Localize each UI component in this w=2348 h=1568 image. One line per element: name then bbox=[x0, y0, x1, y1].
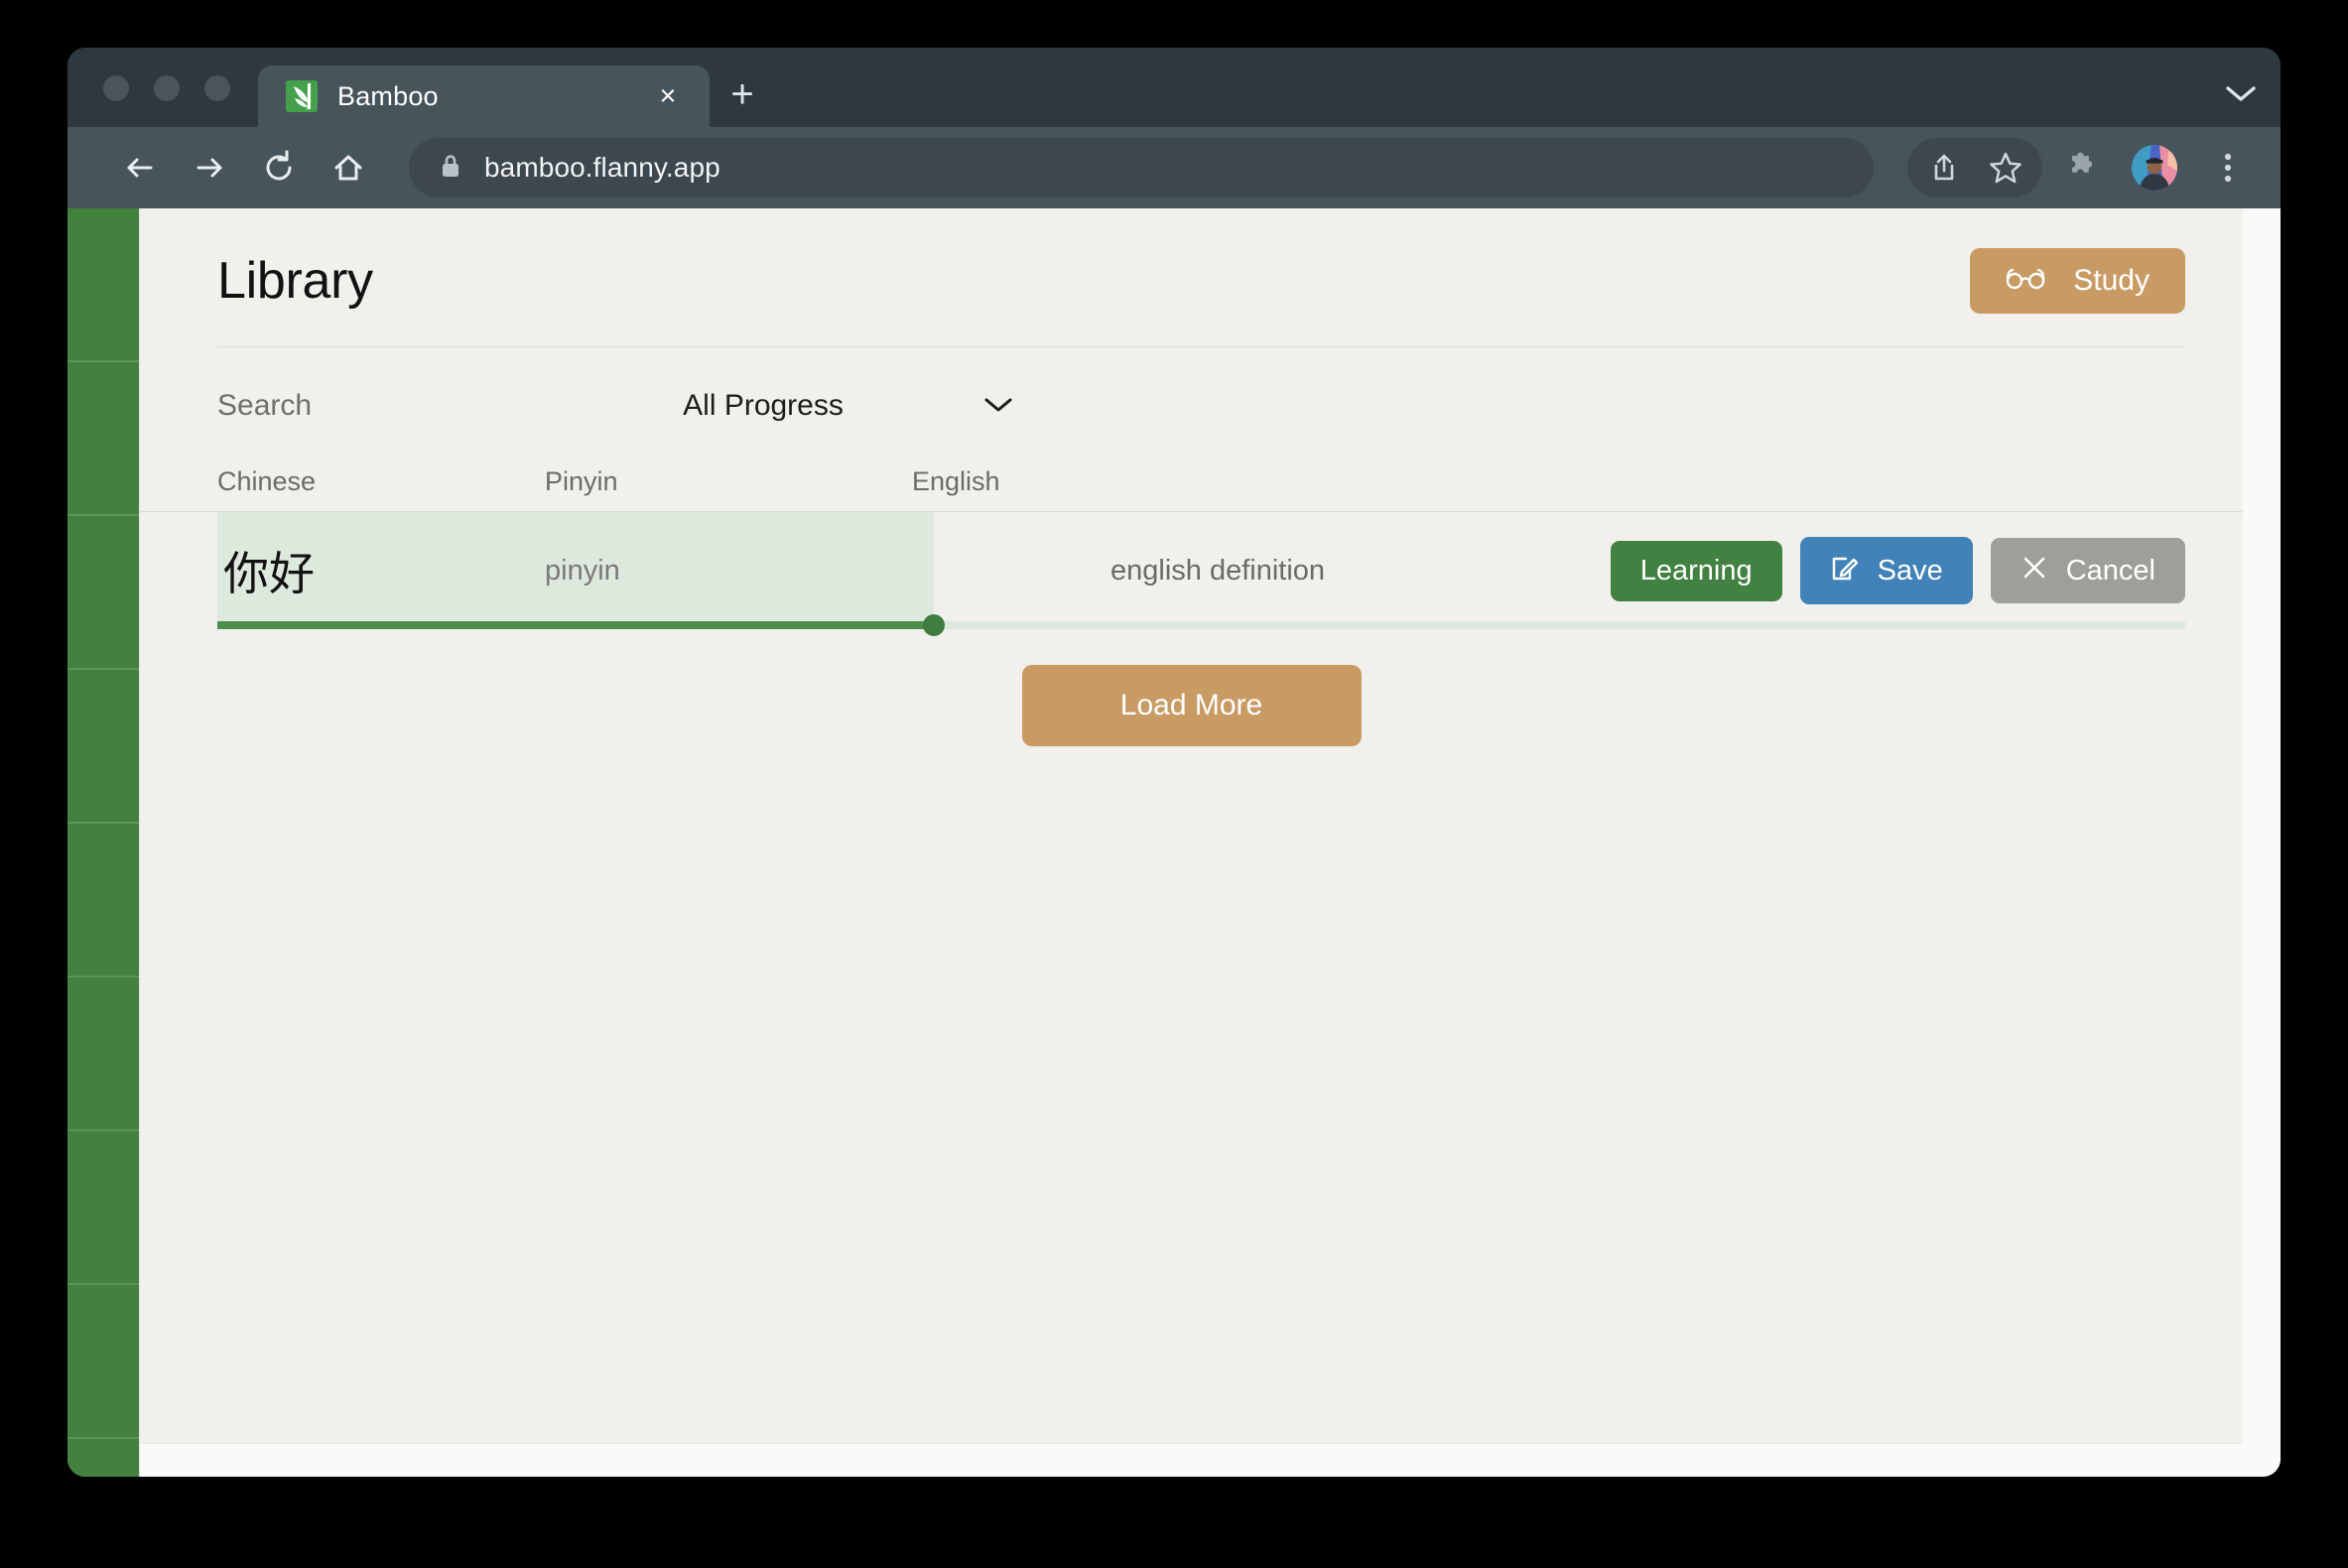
address-bar-url: bamboo.flanny.app bbox=[484, 152, 720, 183]
sidebar-segment[interactable] bbox=[67, 1131, 139, 1285]
study-button[interactable]: Study bbox=[1970, 248, 2185, 314]
table-row: 你好 pinyin english definition Learning Sa… bbox=[217, 512, 2185, 636]
share-icon[interactable] bbox=[1913, 138, 1975, 197]
reload-icon[interactable] bbox=[248, 137, 310, 198]
sidebar-segment[interactable] bbox=[67, 1285, 139, 1439]
sidebar-segment[interactable] bbox=[67, 208, 139, 362]
forward-arrow-icon[interactable] bbox=[179, 137, 240, 198]
profile-avatar[interactable] bbox=[2132, 145, 2177, 191]
edit-square-icon bbox=[1830, 553, 1860, 588]
bamboo-leaf-favicon bbox=[286, 80, 318, 112]
toolbar-action-group bbox=[1907, 138, 2042, 197]
home-icon[interactable] bbox=[318, 137, 379, 198]
glasses-icon bbox=[2006, 264, 2045, 298]
close-window-button[interactable] bbox=[103, 75, 129, 101]
column-header-english: English bbox=[912, 466, 1000, 496]
sidebar-segment[interactable] bbox=[67, 824, 139, 978]
load-more-container: Load More bbox=[140, 629, 2243, 746]
table-column-headers: Chinese Pinyin English bbox=[140, 427, 2243, 512]
minimize-window-button[interactable] bbox=[154, 75, 180, 101]
column-header-chinese: Chinese bbox=[217, 466, 317, 496]
column-header-pinyin: Pinyin bbox=[545, 466, 618, 496]
chevron-down-icon[interactable] bbox=[2201, 65, 2281, 127]
tab-strip: Bamboo × + bbox=[67, 48, 2281, 127]
sidebar-segment[interactable] bbox=[67, 516, 139, 670]
sidebar-segment[interactable] bbox=[67, 978, 139, 1131]
row-actions: Learning Save Cancel bbox=[1610, 537, 2185, 604]
search-input[interactable] bbox=[217, 385, 545, 427]
load-more-button[interactable]: Load More bbox=[1021, 665, 1362, 746]
app-sidebar[interactable] bbox=[67, 208, 139, 1477]
cancel-button[interactable]: Cancel bbox=[1990, 538, 2185, 603]
close-x-icon bbox=[2021, 554, 2048, 588]
filter-row: All Progress bbox=[140, 347, 2243, 427]
browser-window: Bamboo × + bamboo.flanny.app Library Stu… bbox=[67, 48, 2281, 1477]
back-arrow-icon[interactable] bbox=[109, 137, 171, 198]
progress-slider-handle[interactable] bbox=[922, 614, 945, 636]
tab-title: Bamboo bbox=[337, 80, 439, 111]
cell-english-placeholder[interactable]: english definition bbox=[912, 555, 1611, 588]
address-bar[interactable]: bamboo.flanny.app bbox=[409, 138, 1874, 197]
page-right-margin bbox=[2243, 208, 2281, 1477]
row-progress-slider[interactable] bbox=[217, 614, 2185, 636]
lock-icon bbox=[439, 152, 462, 185]
sidebar-segment[interactable] bbox=[67, 670, 139, 824]
cell-pinyin-placeholder[interactable]: pinyin bbox=[545, 555, 912, 588]
save-button-label: Save bbox=[1877, 554, 1943, 587]
progress-fill bbox=[217, 621, 934, 629]
learning-status-label: Learning bbox=[1639, 554, 1753, 587]
maximize-window-button[interactable] bbox=[204, 75, 230, 101]
new-tab-button[interactable]: + bbox=[710, 65, 775, 127]
page-bottom-bar bbox=[140, 1443, 2243, 1477]
tab-close-button[interactable]: × bbox=[648, 76, 688, 116]
bookmark-star-icon[interactable] bbox=[1975, 138, 2036, 197]
cell-chinese[interactable]: 你好 bbox=[217, 538, 545, 603]
page-title: Library bbox=[217, 252, 373, 310]
browser-toolbar: bamboo.flanny.app bbox=[67, 127, 2281, 208]
cancel-button-label: Cancel bbox=[2065, 554, 2155, 587]
browser-tab-bamboo[interactable]: Bamboo × bbox=[258, 65, 710, 127]
progress-filter-value: All Progress bbox=[683, 389, 844, 422]
more-menu-icon[interactable] bbox=[2197, 138, 2259, 197]
learning-status-button[interactable]: Learning bbox=[1610, 540, 1782, 601]
page-viewport: Library Study Search All Progress Chines… bbox=[67, 208, 2281, 1477]
sidebar-segment[interactable] bbox=[67, 1439, 139, 1477]
window-traffic-lights bbox=[67, 75, 258, 127]
study-button-label: Study bbox=[2073, 264, 2150, 297]
save-button[interactable]: Save bbox=[1799, 537, 1973, 604]
sidebar-segment[interactable] bbox=[67, 362, 139, 516]
library-page: Library Study Search All Progress Chines… bbox=[139, 208, 2243, 1477]
chevron-down-icon bbox=[981, 394, 1015, 419]
extensions-puzzle-icon[interactable] bbox=[2050, 138, 2112, 197]
page-header: Library Study bbox=[140, 208, 2243, 314]
progress-filter-select[interactable]: All Progress bbox=[545, 385, 1021, 427]
content-empty-area bbox=[140, 746, 2243, 1443]
